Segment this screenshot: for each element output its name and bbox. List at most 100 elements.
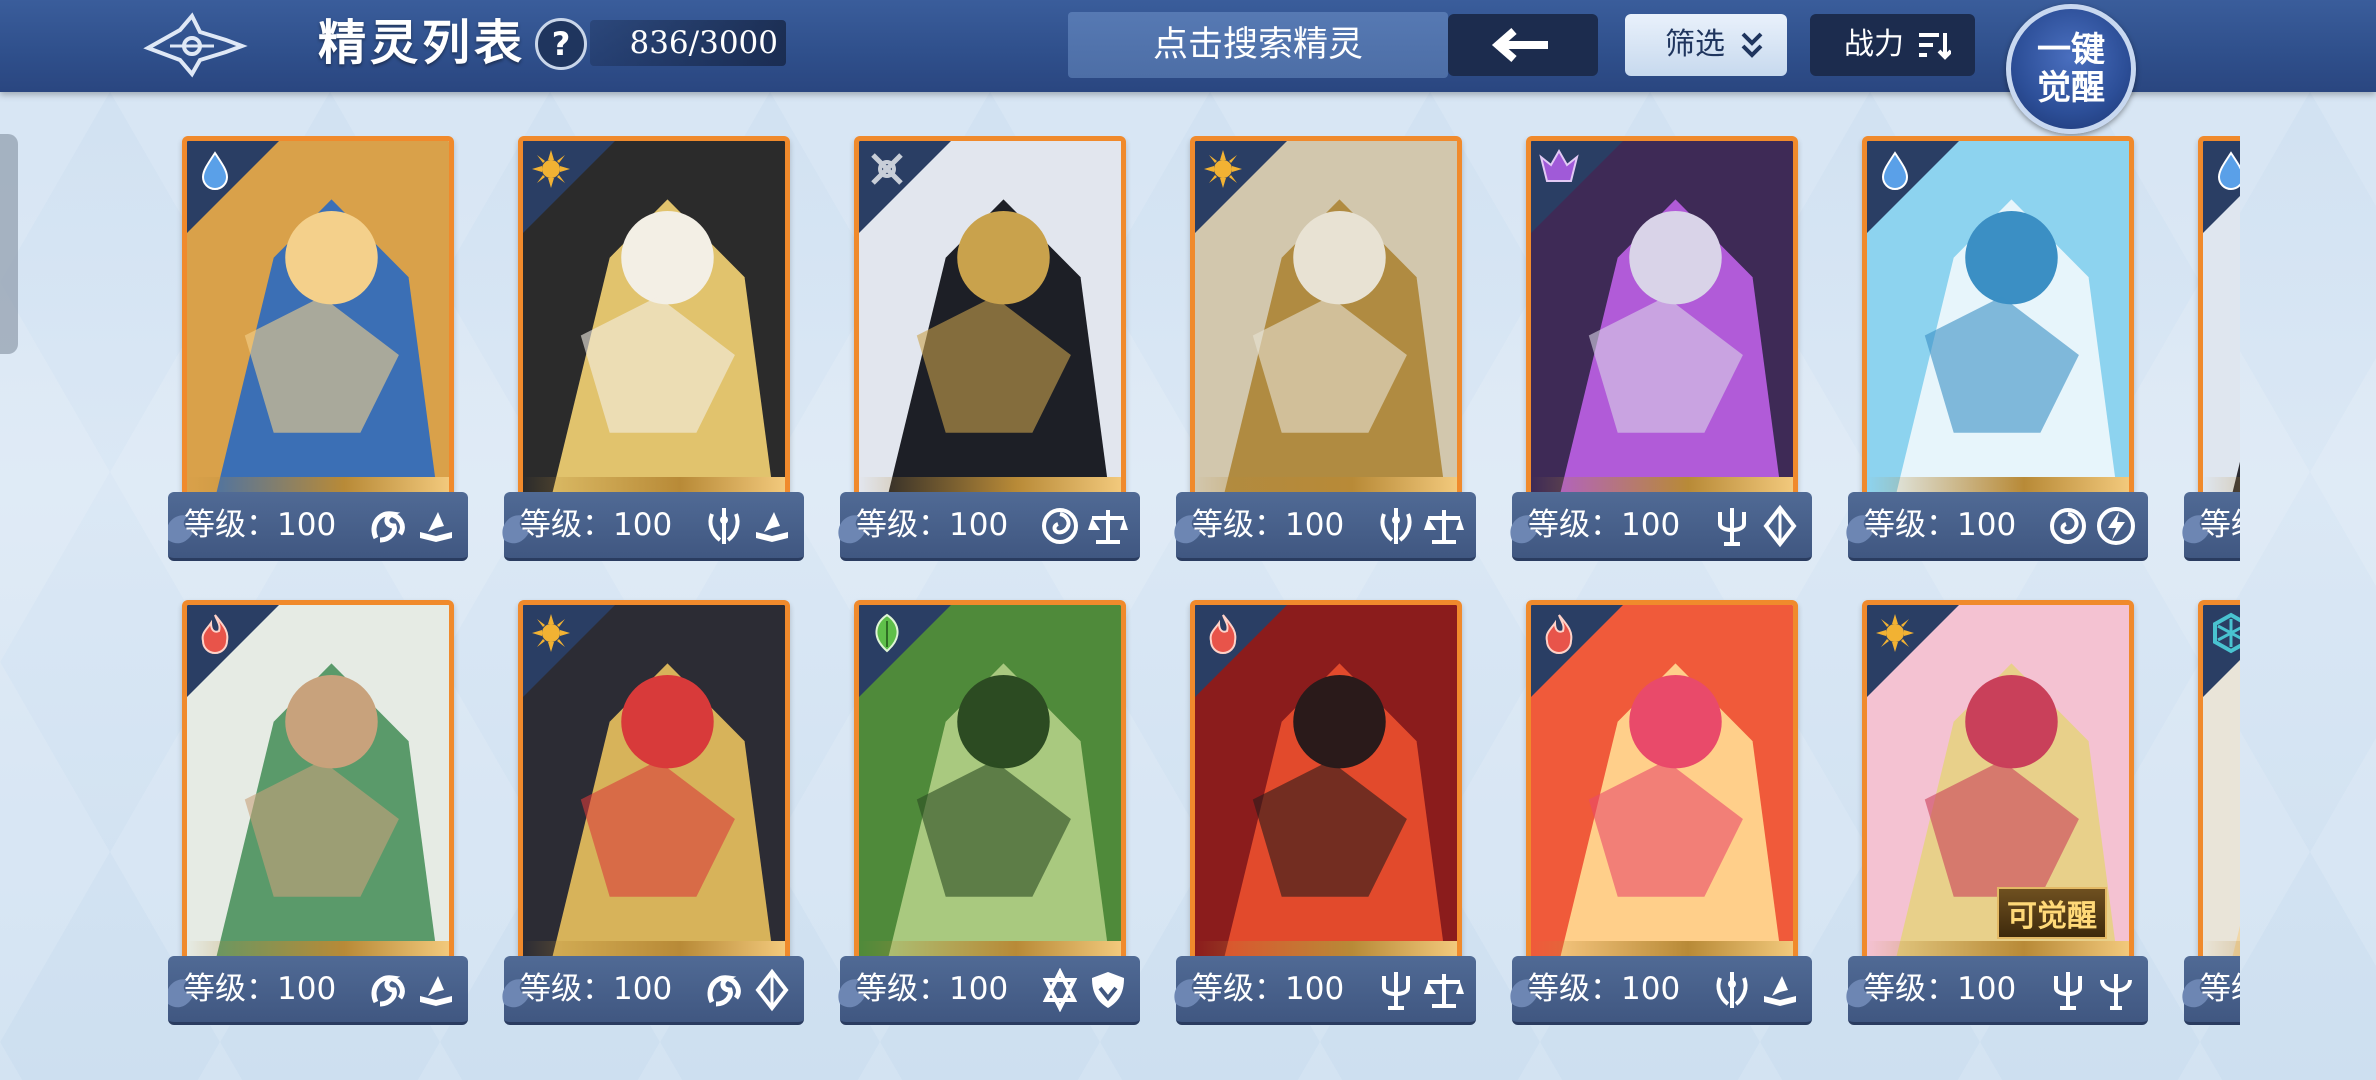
diamond-skill-icon — [755, 968, 789, 1012]
split-skill-icon — [708, 508, 740, 544]
card-frame — [2198, 600, 2240, 964]
sprite-card[interactable]: 等级：100 — [168, 600, 468, 1025]
shadow-element-icon — [1539, 148, 1579, 182]
fire-element-icon — [1209, 614, 1237, 654]
awaken-all-line1: 一键 — [2037, 30, 2105, 70]
sort-power-button[interactable]: 战力 — [1810, 14, 1975, 76]
sort-icon — [1919, 33, 1951, 60]
split-skill-icon — [1716, 972, 1748, 1008]
grass-element-icon — [875, 613, 899, 653]
split-skill-icon — [1380, 508, 1412, 544]
water-element-icon — [2217, 151, 2240, 190]
chevron-down-icon — [1741, 32, 1763, 58]
top-bar: 精灵列表 ? 836/3000 点击搜索精灵 筛选 战力 一键 觉醒 — [0, 0, 2376, 134]
trident-skill-icon — [1382, 972, 1410, 1010]
vortex-skill-icon — [2050, 508, 2086, 544]
help-button[interactable]: ? — [535, 18, 587, 70]
level-text: 等级：100 — [1864, 971, 2017, 1007]
bolt-skill-icon — [2097, 507, 2135, 545]
sprite-card[interactable]: 等级：100 — [1174, 136, 1476, 561]
sort-label: 战力 — [1844, 27, 1904, 62]
card-frame — [854, 136, 1126, 500]
card-frame — [518, 600, 790, 964]
card-info-bar: 等级：100 — [1174, 492, 1476, 561]
water-element-icon — [201, 151, 229, 190]
trident2-skill-icon — [2100, 974, 2132, 1010]
card-info-bar: 等级：100 — [1846, 956, 2148, 1025]
light-element-icon — [1876, 614, 1914, 652]
level-text: 等级：100 — [184, 507, 337, 543]
trident-skill-icon — [1718, 508, 1746, 546]
filter-label: 筛选 — [1665, 27, 1725, 62]
level-text: 等级：100 — [2200, 971, 2240, 1007]
card-info-bar: 等级：100 — [838, 492, 1140, 561]
ice-element-icon — [2213, 612, 2240, 654]
card-info-bar: 等级：100 — [2182, 492, 2240, 561]
book-skill-icon — [756, 512, 788, 542]
sprite-card[interactable]: 等级：100 — [2182, 600, 2240, 1025]
side-drawer-handle[interactable] — [0, 134, 18, 354]
sprite-card[interactable]: 等级：100 — [1846, 136, 2148, 561]
level-text: 等级：100 — [1528, 971, 1681, 1007]
sprite-card[interactable]: 等级：100 — [168, 136, 468, 561]
sprite-logo-icon — [143, 12, 248, 78]
filter-button[interactable]: 筛选 — [1625, 14, 1787, 76]
card-info-bar: 等级：100 — [502, 492, 804, 561]
fire-element-icon — [1545, 614, 1573, 654]
page-title: 精灵列表 — [318, 15, 527, 71]
light-element-icon — [532, 150, 570, 188]
sprite-card[interactable]: 等级：100 — [838, 136, 1140, 561]
scale-skill-icon — [1088, 510, 1128, 544]
arrow-left-icon — [1491, 27, 1548, 63]
light-element-icon — [1204, 150, 1242, 188]
book-skill-icon — [420, 512, 452, 542]
swirl-skill-icon — [371, 975, 405, 1007]
sprite-count: 836/3000 — [590, 20, 786, 66]
card-info-bar: 等级：100 — [1846, 492, 2148, 561]
awaken-all-line2: 觉醒 — [2037, 68, 2105, 108]
awakenable-badge: 可觉醒 — [1997, 887, 2107, 939]
scale-skill-icon — [1424, 974, 1464, 1008]
card-info-bar: 等级：100 — [502, 956, 804, 1025]
level-text: 等级：100 — [1192, 971, 1345, 1007]
sprite-card[interactable]: 等级：100 — [1174, 600, 1476, 1025]
sprite-card[interactable]: 等级：100 — [1510, 136, 1812, 561]
card-frame — [182, 600, 454, 964]
mechanical-element-icon — [871, 153, 903, 185]
card-frame — [854, 600, 1126, 964]
sprite-card[interactable]: 等级：100 — [502, 600, 804, 1025]
level-text: 等级：100 — [1864, 507, 2017, 543]
card-frame — [518, 136, 790, 500]
sprite-card[interactable]: 等级：100 — [838, 600, 1140, 1025]
card-info-bar: 等级：100 — [168, 492, 468, 561]
card-frame — [2198, 136, 2240, 500]
diamond-skill-icon — [1763, 504, 1797, 548]
level-text: 等级：100 — [856, 507, 1009, 543]
scale-skill-icon — [1424, 510, 1464, 544]
swirl-skill-icon — [707, 975, 741, 1007]
card-info-bar: 等级：100 — [2182, 956, 2240, 1025]
card-frame — [182, 136, 454, 500]
sprite-card[interactable]: 等级：100 — [2182, 136, 2240, 561]
card-frame — [1526, 600, 1798, 964]
back-button[interactable] — [1448, 14, 1598, 76]
card-info-bar: 等级：100 — [1510, 956, 1812, 1025]
sprite-card[interactable]: 可觉醒 等级：100 — [1846, 600, 2148, 1025]
card-frame — [1190, 600, 1462, 964]
search-input[interactable]: 点击搜索精灵 — [1068, 12, 1448, 78]
sprite-card[interactable]: 等级：100 — [502, 136, 804, 561]
sprite-grid: 等级：100 等级：100 等级：100 等级：100 等级：100 等级：10… — [168, 136, 2240, 1026]
trident-skill-icon — [2054, 972, 2082, 1010]
shield-skill-icon — [1092, 972, 1124, 1008]
level-text: 等级：100 — [856, 971, 1009, 1007]
light-element-icon — [532, 614, 570, 652]
vortex-skill-icon — [1042, 508, 1078, 544]
level-text: 等级：100 — [520, 507, 673, 543]
level-text: 等级：100 — [1528, 507, 1681, 543]
fire-element-icon — [201, 614, 229, 654]
card-info-bar: 等级：100 — [838, 956, 1140, 1025]
water-element-icon — [1881, 151, 1909, 190]
star-skill-icon — [1042, 968, 1078, 1012]
sprite-card[interactable]: 等级：100 — [1510, 600, 1812, 1025]
awaken-all-button[interactable]: 一键 觉醒 — [2006, 4, 2136, 134]
